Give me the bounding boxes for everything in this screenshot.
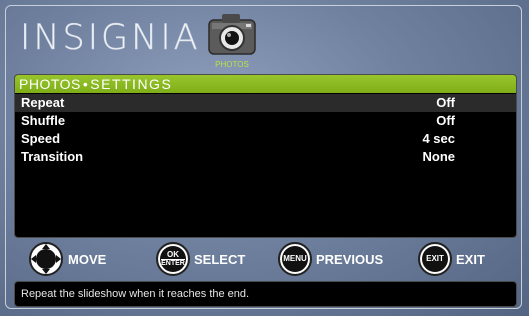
menu-icon: MENU — [278, 242, 312, 276]
settings-panel: PHOTOS • SETTINGS Repeat Off Shuffle Off S… — [14, 74, 517, 238]
setting-label: Shuffle — [21, 113, 66, 128]
settings-list: Repeat Off Shuffle Off Speed 4 sec Trans… — [15, 93, 516, 166]
panel-header: PHOTOS • SETTINGS — [15, 75, 516, 93]
enter-text: ENTER — [161, 258, 185, 267]
setting-value: 4 sec — [422, 131, 455, 146]
exit-icon-face: EXIT — [424, 248, 446, 270]
setting-row-repeat[interactable]: Repeat Off — [15, 94, 516, 112]
brand-logo: INSIGNIA — [20, 18, 201, 59]
exit-text: EXIT — [426, 254, 444, 263]
remote-controls-legend: MOVE OK ENTER SELECT MENU PREVIOUS EXIT … — [14, 242, 517, 276]
select-label: SELECT — [194, 251, 246, 267]
ok-text: OK — [167, 249, 179, 259]
help-text-box: Repeat the slideshow when it reaches the… — [14, 281, 517, 307]
previous-control[interactable]: MENU PREVIOUS — [278, 242, 383, 276]
camera-icon — [208, 14, 256, 55]
dpad-icon — [29, 242, 63, 276]
setting-value: Off — [436, 95, 455, 110]
move-label: MOVE — [68, 251, 107, 267]
ok-enter-icon: OK ENTER — [156, 242, 190, 276]
setting-label: Repeat — [21, 95, 65, 110]
menu-category: PHOTOS — [19, 76, 81, 92]
exit-icon: EXIT — [418, 242, 452, 276]
exit-label: EXIT — [456, 251, 485, 267]
setting-row-speed[interactable]: Speed 4 sec — [15, 130, 516, 148]
setting-value: None — [422, 149, 456, 164]
setting-label: Transition — [21, 149, 84, 164]
move-control[interactable]: MOVE — [28, 242, 106, 276]
select-control[interactable]: OK ENTER SELECT — [156, 242, 245, 276]
menu-icon-face: MENU — [283, 248, 307, 270]
app-icon-label: PHOTOS — [215, 60, 249, 69]
exit-control[interactable]: EXIT EXIT — [418, 242, 485, 276]
setting-label: Speed — [21, 131, 61, 146]
previous-label: PREVIOUS — [316, 251, 384, 267]
setting-value: Off — [436, 113, 455, 128]
setting-row-transition[interactable]: Transition None — [15, 148, 516, 166]
setting-row-shuffle[interactable]: Shuffle Off — [15, 112, 516, 130]
menu-text: MENU — [283, 254, 307, 263]
menu-separator: • — [82, 76, 89, 92]
ok-enter-icon-face: OK ENTER — [161, 248, 185, 270]
menu-title: SETTINGS — [90, 76, 173, 92]
